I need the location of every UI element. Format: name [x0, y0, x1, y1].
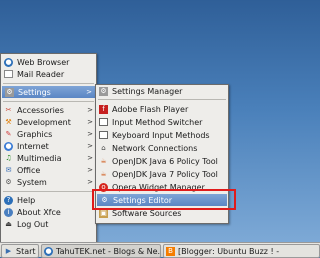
menu-item-label: Adobe Flash Player: [112, 104, 189, 114]
keyboard-icon: [99, 118, 108, 126]
menu-item-help[interactable]: ? Help: [1, 194, 96, 206]
java-icon: ☕: [100, 156, 107, 165]
menu-item-label: System: [17, 177, 47, 187]
menu-item-graphics[interactable]: ✎ Graphics >: [1, 128, 96, 140]
help-icon: ?: [4, 195, 13, 205]
menu-item-log-out[interactable]: ⏏ Log Out: [1, 218, 96, 230]
flash-icon: f: [99, 104, 108, 114]
menu-item-system[interactable]: ⚙ System >: [1, 176, 96, 188]
menu-item-about-xfce[interactable]: i About Xfce: [1, 206, 96, 218]
menu-separator: [98, 99, 226, 100]
menu-item-development[interactable]: ⚒ Development >: [1, 116, 96, 128]
chevron-right-icon: >: [87, 166, 93, 174]
menu-item-web-browser[interactable]: ● Web Browser: [1, 56, 96, 68]
menu-item-label: Help: [17, 195, 36, 205]
blogger-icon: B: [166, 246, 175, 256]
applications-menu: ● Web Browser Mail Reader ⚙ Settings > ✂…: [0, 53, 97, 243]
menu-separator: [3, 83, 94, 84]
office-icon: ✉: [5, 165, 12, 174]
menu-item-settings[interactable]: ⚙ Settings >: [2, 86, 95, 98]
submenu-item-openjdk-java-7-policy-tool[interactable]: ☕ OpenJDK Java 7 Policy Tool: [96, 168, 228, 180]
chevron-right-icon: >: [87, 130, 93, 138]
accessories-icon: ✂: [5, 105, 12, 114]
menu-separator: [3, 101, 94, 102]
menu-item-label: Settings Manager: [112, 86, 183, 96]
menu-item-label: OpenJDK Java 7 Policy Tool: [112, 169, 218, 179]
annotation-highlight-box: [92, 189, 236, 210]
menu-item-office[interactable]: ✉ Office >: [1, 164, 96, 176]
settings-icon: ⚙: [5, 87, 14, 97]
menu-separator: [3, 191, 94, 192]
submenu-item-openjdk-java-6-policy-tool[interactable]: ☕ OpenJDK Java 6 Policy Tool: [96, 155, 228, 167]
menu-item-multimedia[interactable]: ♫ Multimedia >: [1, 152, 96, 164]
browser-icon: ●: [44, 246, 53, 256]
chevron-right-icon: >: [87, 142, 93, 150]
submenu-item-network-connections[interactable]: ⌂ Network Connections: [96, 142, 228, 154]
development-icon: ⚒: [5, 117, 12, 126]
info-icon: i: [4, 207, 13, 217]
menu-item-label: Settings: [18, 87, 51, 97]
menu-item-label: Network Connections: [112, 143, 198, 153]
system-icon: ⚙: [5, 177, 12, 186]
keyboard-icon: [99, 131, 108, 139]
menu-item-label: OpenJDK Java 6 Policy Tool: [112, 156, 218, 166]
settings-manager-icon: ⚙: [99, 86, 108, 96]
menu-item-internet[interactable]: ● Internet >: [1, 140, 96, 152]
menu-item-label: About Xfce: [17, 207, 61, 217]
menu-item-mail-reader[interactable]: Mail Reader: [1, 68, 96, 80]
menu-item-label: Multimedia: [17, 153, 62, 163]
task-label: [Blogger: Ubuntu Buzz ! -: [178, 246, 280, 256]
java-icon: ☕: [100, 169, 107, 178]
submenu-item-keyboard-input-methods[interactable]: Keyboard Input Methods: [96, 129, 228, 141]
menu-item-accessories[interactable]: ✂ Accessories >: [1, 104, 96, 116]
menu-item-label: Graphics: [17, 129, 53, 139]
start-icon: ▶: [5, 247, 12, 255]
chevron-right-icon: >: [87, 118, 93, 126]
menu-item-label: Development: [17, 117, 71, 127]
internet-icon: ●: [4, 141, 13, 151]
menu-item-label: Office: [17, 165, 41, 175]
menu-item-label: Web Browser: [17, 57, 70, 67]
taskbar: ▶ Start ● TahuTEK.net - Blogs & Ne... B …: [0, 242, 320, 258]
network-icon: ⌂: [101, 143, 106, 152]
chevron-right-icon: >: [86, 88, 92, 96]
logout-icon: ⏏: [5, 219, 12, 228]
menu-item-label: Keyboard Input Methods: [112, 130, 210, 140]
submenu-item-input-method-switcher[interactable]: Input Method Switcher: [96, 116, 228, 128]
menu-item-label: Log Out: [17, 219, 49, 229]
task-label: TahuTEK.net - Blogs & Ne...: [56, 246, 161, 256]
menu-item-label: Accessories: [17, 105, 64, 115]
globe-icon: ●: [4, 57, 13, 67]
multimedia-icon: ♫: [5, 153, 12, 162]
mail-icon: [4, 70, 13, 78]
chevron-right-icon: >: [87, 178, 93, 186]
graphics-icon: ✎: [5, 129, 12, 138]
menu-item-label: Input Method Switcher: [112, 117, 203, 127]
menu-item-label: Internet: [17, 141, 49, 151]
chevron-right-icon: >: [87, 154, 93, 162]
chevron-right-icon: >: [87, 106, 93, 114]
start-label: Start: [16, 246, 36, 256]
submenu-item-settings-manager[interactable]: ⚙ Settings Manager: [96, 85, 228, 97]
submenu-item-adobe-flash-player[interactable]: f Adobe Flash Player: [96, 103, 228, 115]
menu-item-label: Mail Reader: [17, 69, 65, 79]
